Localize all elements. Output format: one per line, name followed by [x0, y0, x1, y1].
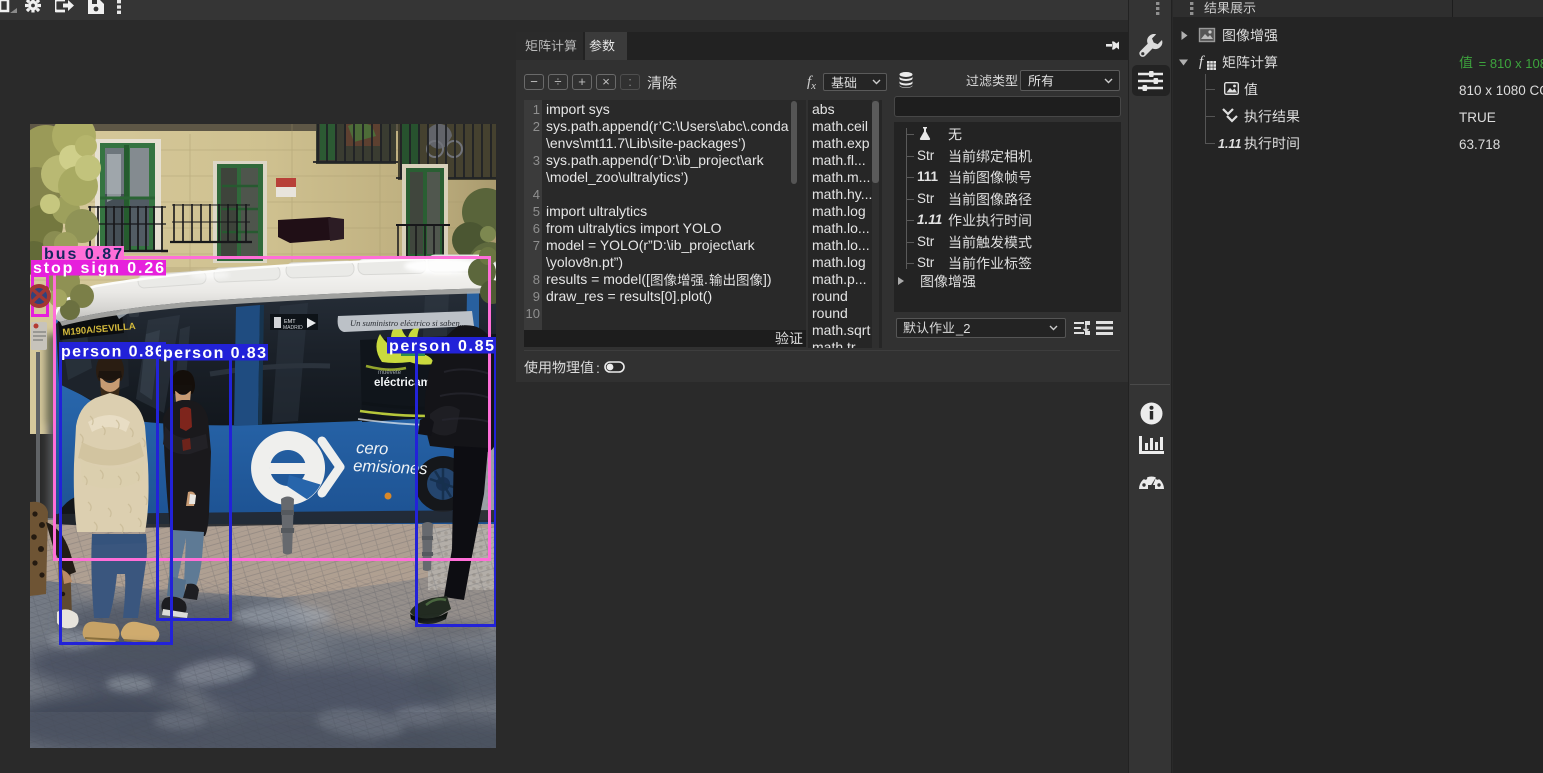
- svg-text:person 0.86: person 0.86: [61, 344, 164, 361]
- svg-text:MADRID: MADRID: [283, 325, 303, 331]
- svg-text:f: f: [1199, 54, 1205, 70]
- svg-text:Un suministro eléctrico si sab: Un suministro eléctrico si saben...: [350, 318, 466, 328]
- svg-text:stop sign 0.26: stop sign 0.26: [33, 260, 164, 277]
- svg-text:person 0.85: person 0.85: [389, 338, 494, 355]
- svg-text:person 0.83: person 0.83: [163, 345, 266, 362]
- svg-text:cero: cero: [356, 439, 389, 458]
- svg-text:muévete: muévete: [378, 370, 402, 376]
